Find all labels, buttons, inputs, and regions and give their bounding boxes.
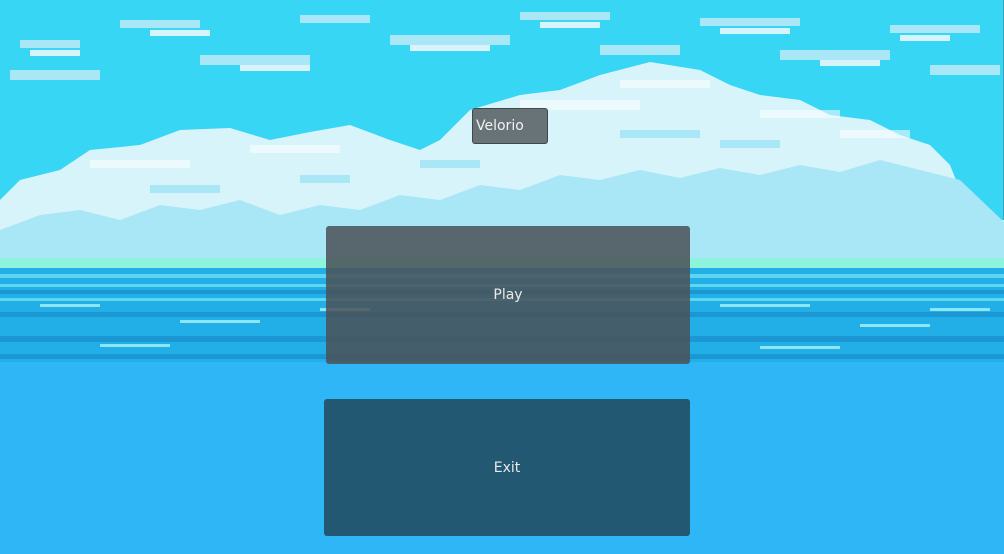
exit-button[interactable]: Exit	[324, 399, 690, 536]
exit-button-label: Exit	[493, 459, 521, 476]
game-title: Velorio	[472, 108, 548, 144]
play-button-label: Play	[493, 287, 523, 303]
main-menu-screen: Velorio Play Exit	[0, 0, 1004, 554]
play-button[interactable]: Play	[326, 226, 690, 364]
